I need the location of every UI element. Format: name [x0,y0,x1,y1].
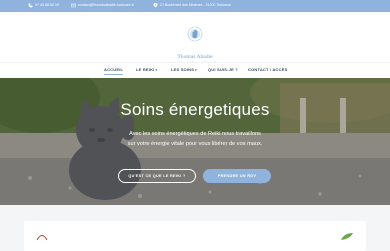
street-address: 27 Boulevard des Minimes - 31200 Toulous… [160,3,231,7]
content-section [0,205,390,251]
email-contact[interactable]: contact@thomasabadie-toulouse.fr [71,3,134,8]
envelope-icon [71,3,76,8]
site-title[interactable]: Thomas Abadie [160,54,230,60]
email-address: contact@thomasabadie-toulouse.fr [78,3,134,7]
top-contact-bar: 07 49 88 52 00 contact@thomasabadie-toul… [0,0,390,12]
hero-title: Soins énergetiques [120,100,270,119]
nav-item-qui-suis-je[interactable]: QUI SUIS-JE ? [208,67,238,72]
nav-label: QUI SUIS-JE ? [208,67,238,72]
hero-banner: Soins énergetiques Avec les soins énergé… [0,78,390,205]
address-contact[interactable]: 27 Boulevard des Minimes - 31200 Toulous… [153,3,231,8]
nav-item-le-reiki[interactable]: LE REIKI▾ [136,67,157,72]
book-appointment-button[interactable]: PRENDRE UN RDV [203,169,271,183]
content-card [24,221,366,251]
phone-number: 07 49 88 52 00 [35,3,59,7]
hand-logo-icon [187,26,203,42]
nav-label: LES SOINS [171,67,195,72]
chevron-down-icon: ▾ [195,68,197,72]
nav-label: LE REIKI [136,67,155,72]
nav-item-accueil[interactable]: ACCUEIL [104,67,124,75]
hero-description: Avec les soins énergétiques de Reiki nou… [127,131,263,147]
nav-label: ACCUEIL [104,67,124,72]
nav-label: CONTACT / ACCÈS [248,67,288,72]
nav-item-contact-acces[interactable]: CONTACT / ACCÈS [248,67,287,72]
nav-item-les-soins[interactable]: LES SOINS▾ [171,67,197,72]
main-navigation: ACCUEIL LE REIKI▾ LES SOINS▾ QUI SUIS-JE… [0,62,390,79]
what-is-reiki-button[interactable]: QU'EST CE QUE LE REIKI ? [118,169,196,183]
map-pin-icon [153,3,158,8]
phone-icon [28,3,33,8]
chevron-down-icon: ▾ [155,68,158,72]
phone-contact[interactable]: 07 49 88 52 00 [28,3,59,8]
site-header: Thomas Abadie Soins énergétiques à Toulo… [0,12,390,66]
